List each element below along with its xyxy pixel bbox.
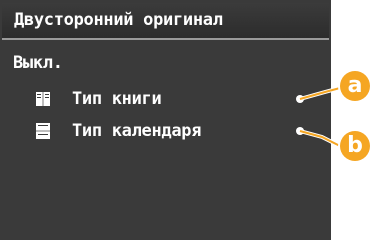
callout-anchor-dot (296, 127, 304, 135)
title-bar: Двусторонний оригинал (2, 3, 329, 40)
menu-item-book-type[interactable]: Тип книги (2, 82, 329, 116)
menu-item-label: Тип календаря (72, 121, 202, 141)
callout-b: b (347, 133, 363, 158)
current-setting-label: Выкл. (13, 53, 63, 73)
menu-item-calendar-type[interactable]: Тип календаря (2, 114, 329, 148)
callout-anchor-dot (296, 95, 304, 103)
screen-title: Двусторонний оригинал (14, 10, 223, 30)
calendar-type-icon (34, 122, 52, 140)
callout-a: a (347, 73, 363, 98)
menu-item-label: Тип книги (72, 89, 162, 109)
book-type-icon (34, 90, 52, 108)
lcd-screen: Двусторонний оригинал Выкл. Тип книги Ти… (0, 0, 331, 240)
